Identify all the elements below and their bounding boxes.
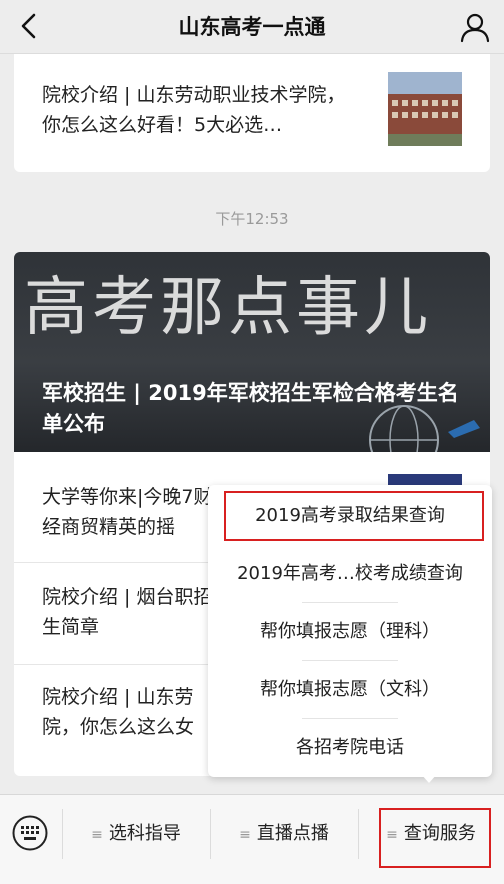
person-icon[interactable]: [458, 10, 492, 44]
banner-chalk-text: 高考那点事儿: [24, 271, 432, 345]
feature-banner[interactable]: 高考那点事儿 军校招生 | 2019年军校招生军检合格考生名单公布: [14, 252, 490, 452]
tab-subject-guide[interactable]: ≡ 选科指导: [62, 795, 210, 873]
article-card[interactable]: 院校介绍 | 山东劳动职业技术学院，你怎么这么好看！5大必选…: [14, 54, 490, 172]
keyboard-icon[interactable]: [12, 815, 48, 851]
timestamp: 下午12:53: [215, 210, 289, 228]
tab-label: 直播点播: [256, 823, 329, 844]
list-item[interactable]: 院校介绍 | 山东劳院，你怎么这么女: [42, 682, 218, 742]
tab-label: 选科指导: [108, 823, 181, 844]
menu-item-arts-application[interactable]: 帮你填报志愿（文科）: [208, 661, 492, 719]
top-bar: 山东高考一点通: [0, 0, 504, 54]
page-title: 山东高考一点通: [178, 15, 326, 39]
menu-lines-icon: ≡: [91, 827, 103, 843]
article-title: 院校介绍 | 山东劳动职业技术学院，你怎么这么好看！5大必选…: [42, 84, 346, 136]
highlight-box: [379, 808, 491, 868]
menu-item-college-phone[interactable]: 各招考院电话: [208, 719, 492, 777]
list-item[interactable]: 院校介绍 | 烟台职招生简章: [42, 582, 218, 642]
article-thumbnail: [388, 72, 462, 146]
menu-item-science-application[interactable]: 帮你填报志愿（理科）: [208, 603, 492, 661]
menu-lines-icon: ≡: [239, 827, 251, 843]
menu-item-school-exam-score[interactable]: 2019年高考…校考成绩查询: [208, 545, 492, 603]
list-item[interactable]: 大学等你来|今晚7财经商贸精英的摇: [42, 482, 218, 542]
feature-title: 军校招生 | 2019年军校招生军检合格考生名单公布: [42, 381, 459, 436]
menu-pointer: [421, 774, 437, 783]
highlight-box: [224, 491, 484, 541]
tab-live-broadcast[interactable]: ≡ 直播点播: [210, 795, 358, 873]
